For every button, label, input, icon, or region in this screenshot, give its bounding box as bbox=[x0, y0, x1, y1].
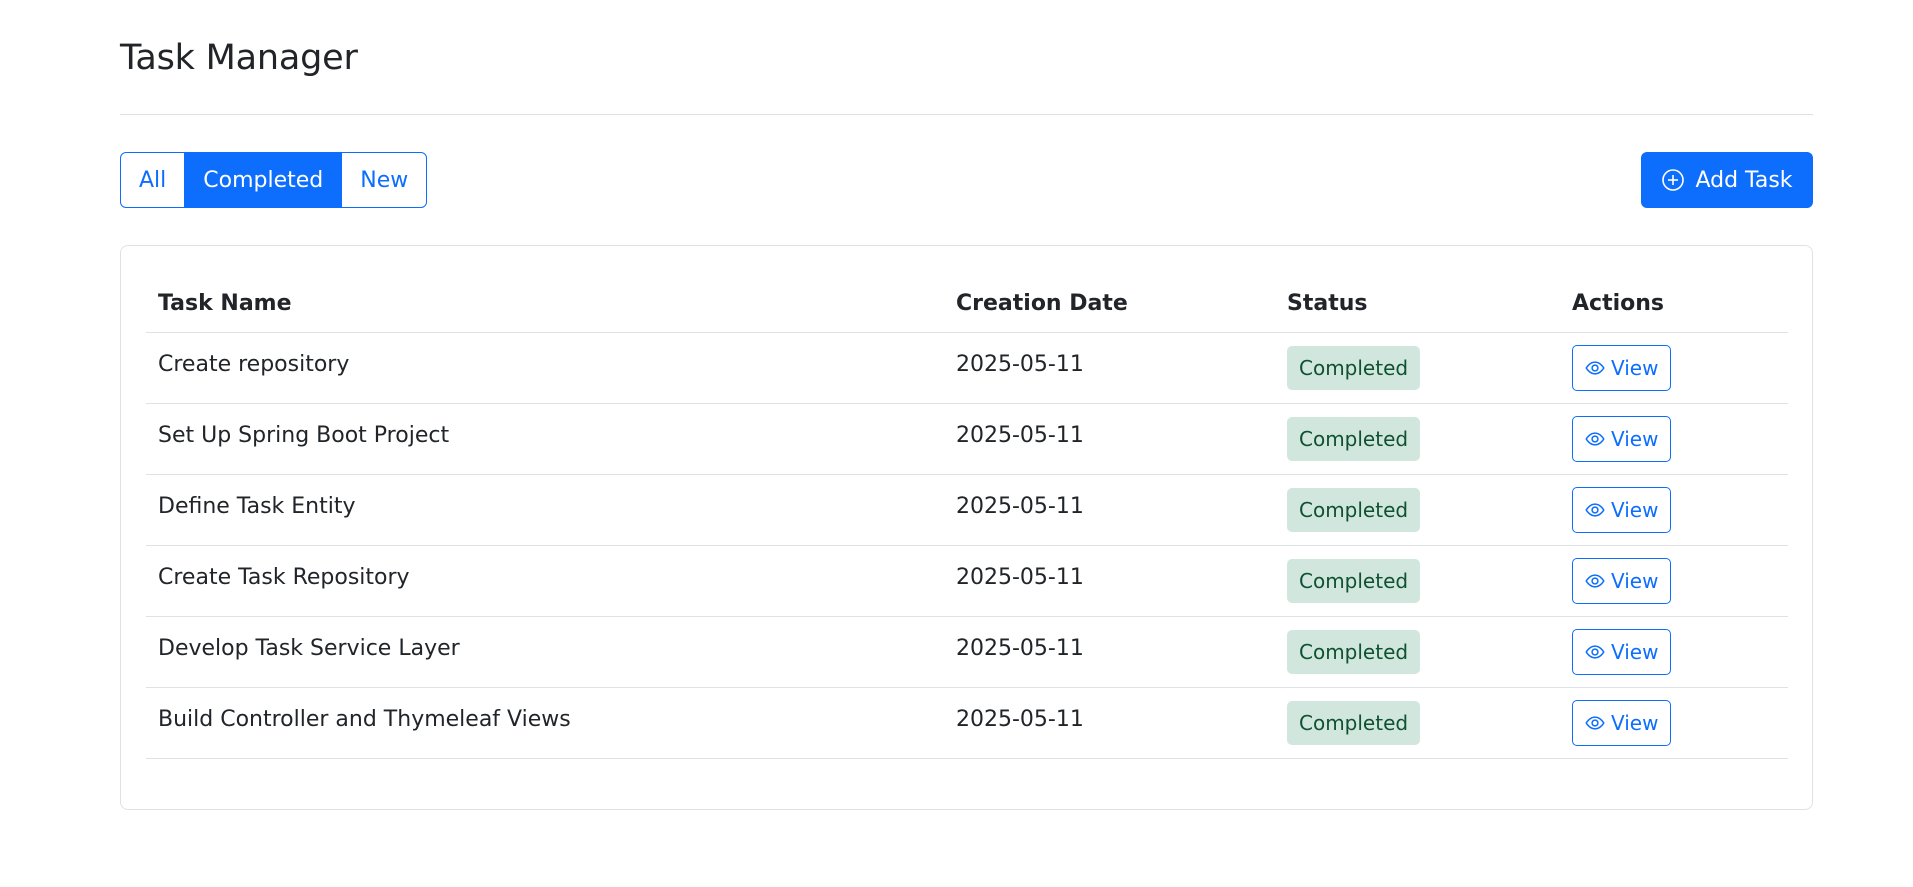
status-badge: Completed bbox=[1287, 416, 1421, 461]
task-name-cell: Create repository bbox=[146, 332, 944, 404]
view-button[interactable]: View bbox=[1572, 628, 1672, 675]
status-cell: Completed bbox=[1275, 403, 1560, 475]
eye-icon bbox=[1585, 644, 1605, 659]
filter-new-button[interactable]: New bbox=[341, 152, 428, 208]
view-button-label: View bbox=[1611, 639, 1659, 664]
creation-date-cell: 2025-05-11 bbox=[944, 332, 1275, 404]
task-name-cell: Set Up Spring Boot Project bbox=[146, 403, 944, 475]
status-badge: Completed bbox=[1287, 629, 1421, 674]
view-button[interactable]: View bbox=[1572, 557, 1672, 604]
eye-icon bbox=[1585, 502, 1605, 517]
status-cell: Completed bbox=[1275, 332, 1560, 404]
status-badge: Completed bbox=[1287, 700, 1421, 745]
actions-cell: View bbox=[1560, 616, 1788, 688]
actions-cell: View bbox=[1560, 332, 1788, 404]
creation-date-cell: 2025-05-11 bbox=[944, 616, 1275, 688]
status-cell: Completed bbox=[1275, 474, 1560, 546]
status-cell: Completed bbox=[1275, 687, 1560, 759]
view-button[interactable]: View bbox=[1572, 486, 1672, 533]
actions-cell: View bbox=[1560, 403, 1788, 475]
task-name-cell: Build Controller and Thymeleaf Views bbox=[146, 687, 944, 759]
table-row: Create repository 2025-05-11 Completed V… bbox=[146, 332, 1788, 404]
tasks-card: Task Name Creation Date Status Actions C… bbox=[120, 245, 1813, 810]
task-name-cell: Define Task Entity bbox=[146, 474, 944, 546]
task-name-cell: Develop Task Service Layer bbox=[146, 616, 944, 688]
tasks-table: Task Name Creation Date Status Actions C… bbox=[146, 276, 1788, 759]
table-row: Create Task Repository 2025-05-11 Comple… bbox=[146, 545, 1788, 617]
eye-icon bbox=[1585, 715, 1605, 730]
eye-icon bbox=[1585, 431, 1605, 446]
actions-cell: View bbox=[1560, 687, 1788, 759]
column-header-creation-date: Creation Date bbox=[944, 276, 1275, 333]
actions-cell: View bbox=[1560, 474, 1788, 546]
table-row: Develop Task Service Layer 2025-05-11 Co… bbox=[146, 616, 1788, 688]
page-title: Task Manager bbox=[120, 38, 358, 78]
view-button-label: View bbox=[1611, 497, 1659, 522]
table-header-row: Task Name Creation Date Status Actions bbox=[146, 276, 1788, 333]
view-button-label: View bbox=[1611, 568, 1659, 593]
status-filter-group: All Completed New bbox=[120, 152, 428, 208]
filter-completed-button[interactable]: Completed bbox=[184, 152, 343, 208]
header-divider bbox=[120, 114, 1813, 115]
task-name-cell: Create Task Repository bbox=[146, 545, 944, 617]
view-button-label: View bbox=[1611, 426, 1659, 451]
status-badge: Completed bbox=[1287, 487, 1421, 532]
creation-date-cell: 2025-05-11 bbox=[944, 687, 1275, 759]
actions-cell: View bbox=[1560, 545, 1788, 617]
eye-icon bbox=[1585, 573, 1605, 588]
table-row: Set Up Spring Boot Project 2025-05-11 Co… bbox=[146, 403, 1788, 475]
column-header-task-name: Task Name bbox=[146, 276, 944, 333]
column-header-actions: Actions bbox=[1560, 276, 1788, 333]
plus-circle-icon bbox=[1662, 169, 1685, 191]
column-header-status: Status bbox=[1275, 276, 1560, 333]
eye-icon bbox=[1585, 360, 1605, 375]
view-button[interactable]: View bbox=[1572, 415, 1672, 462]
status-cell: Completed bbox=[1275, 616, 1560, 688]
view-button[interactable]: View bbox=[1572, 344, 1672, 391]
creation-date-cell: 2025-05-11 bbox=[944, 545, 1275, 617]
creation-date-cell: 2025-05-11 bbox=[944, 403, 1275, 475]
view-button-label: View bbox=[1611, 355, 1659, 380]
view-button-label: View bbox=[1611, 710, 1659, 735]
view-button[interactable]: View bbox=[1572, 699, 1672, 746]
add-task-button[interactable]: Add Task bbox=[1641, 152, 1813, 208]
status-badge: Completed bbox=[1287, 558, 1421, 603]
add-task-label: Add Task bbox=[1695, 167, 1793, 193]
table-row: Build Controller and Thymeleaf Views 202… bbox=[146, 687, 1788, 759]
creation-date-cell: 2025-05-11 bbox=[944, 474, 1275, 546]
filter-all-button[interactable]: All bbox=[120, 152, 186, 208]
status-cell: Completed bbox=[1275, 545, 1560, 617]
table-row: Define Task Entity 2025-05-11 Completed … bbox=[146, 474, 1788, 546]
status-badge: Completed bbox=[1287, 345, 1421, 390]
